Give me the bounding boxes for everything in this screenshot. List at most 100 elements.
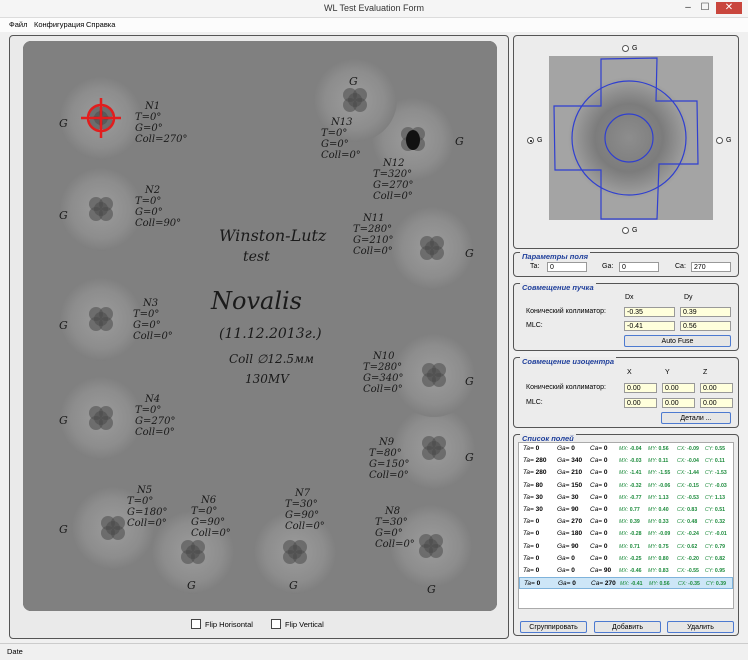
minimize-button[interactable]: –	[681, 2, 695, 14]
row-cx: CX: 0.62	[677, 544, 697, 550]
row-ga: Ga= 270	[557, 518, 582, 525]
iso-mlc-x[interactable]: 0.00	[624, 398, 657, 408]
row-cy-value: 0.82	[714, 555, 726, 562]
note-line: Coll=0°	[363, 384, 403, 395]
field-list[interactable]: Ta= 0 Ga= 0 Ca= 0 MX: -0.04 MY: 0.56 CX: -0.0…	[518, 442, 734, 609]
row-ca-label: Ca=	[591, 580, 604, 588]
iso-mlc-z[interactable]: 0.00	[700, 398, 733, 408]
radio-right-dot[interactable]	[716, 137, 723, 144]
row-my-value: 0.80	[658, 555, 669, 562]
auto-fuse-button[interactable]: Auto Fuse	[624, 335, 731, 347]
beam-dy-header: Dy	[684, 294, 693, 301]
radio-bottom[interactable]: G	[622, 227, 637, 234]
note-line: T=280°	[353, 224, 392, 235]
menu-configuration[interactable]: Конфигурация	[34, 20, 84, 29]
ta-input[interactable]: 0	[547, 262, 587, 272]
field-list-row[interactable]: Ta= 30 Ga= 90 Ca= 0 MX: 0.77 MY: 0.40 CX: 0.8…	[519, 504, 733, 516]
note-line: G=210°	[353, 235, 393, 246]
group-button[interactable]: Сгруппировать	[520, 621, 587, 633]
film-image[interactable]: N1 T=0° G=0° Coll=270° N2 T=0° G=0° Coll=90° N3 T…	[23, 41, 497, 611]
row-mx-value: -0.46	[629, 567, 642, 574]
field-list-row[interactable]: Ta= 80 Ga= 150 Ca= 0 MX: -0.32 MY: -0.06 CX: …	[519, 480, 733, 492]
flip-horizontal-option[interactable]: Flip Horisontal	[191, 619, 253, 629]
row-my-value: 0.11	[658, 458, 669, 465]
row-my-label: MY:	[648, 494, 658, 501]
field-list-row[interactable]: Ta= 0 Ga= 90 Ca= 0 MX: 0.71 MY: 0.75 CX: 0.62…	[519, 541, 733, 553]
menu-file[interactable]: Файл	[9, 20, 27, 29]
row-cy-label: CY:	[705, 519, 714, 526]
row-mx-label: MX:	[619, 494, 629, 501]
radio-top[interactable]: G	[622, 45, 637, 52]
radio-right[interactable]: G	[716, 137, 731, 144]
iso-cone-y[interactable]: 0.00	[662, 383, 695, 393]
field-list-row[interactable]: Ta= 0 Ga= 180 Ca= 0 MX: -0.28 MY: -0.09 CX: -…	[519, 528, 733, 540]
flip-vertical-option[interactable]: Flip Vertical	[271, 619, 324, 629]
menu-help[interactable]: Справка	[86, 20, 115, 29]
beam-cone-dy[interactable]: 0.39	[680, 307, 731, 317]
iso-mlc-label: MLC:	[526, 399, 543, 406]
row-cy: CY: -1.53	[705, 470, 727, 476]
row-cx-value: -0.24	[687, 531, 699, 538]
iso-mlc-y[interactable]: 0.00	[662, 398, 695, 408]
maximize-button[interactable]: ☐	[698, 2, 712, 14]
field-list-row[interactable]: Ta= 0 Ga= 270 Ca= 0 MX: 0.39 MY: 0.33 CX: 0.4…	[519, 516, 733, 528]
beam-cone-dx[interactable]: -0.35	[624, 307, 675, 317]
field-list-row[interactable]: Ta= 0 Ga= 0 Ca= 0 MX: -0.25 MY: 0.80 CX: -0.2…	[519, 553, 733, 565]
row-ca: Ca= 0	[590, 530, 608, 537]
row-my: MY: -0.06	[648, 483, 670, 489]
row-ta-value: 0	[535, 542, 540, 550]
row-mx-value: -0.41	[630, 581, 643, 588]
center-title-line: (11.12.2013г.)	[219, 326, 322, 342]
iso-x-header: X	[627, 369, 632, 376]
details-button[interactable]: Детали ...	[661, 412, 731, 424]
field-list-row[interactable]: Ta= 30 Ga= 30 Ca= 0 MX: -0.77 MY: 1.13 CX: -0…	[519, 492, 733, 504]
field-spot	[181, 540, 205, 564]
note-line: Coll=0°	[321, 150, 361, 161]
row-cy-label: CY:	[705, 531, 714, 538]
note-line: N10	[372, 351, 395, 362]
flip-horizontal-checkbox[interactable]	[191, 619, 201, 629]
row-my-value: 0.33	[658, 519, 669, 526]
field-spot	[283, 540, 307, 564]
flip-vertical-checkbox[interactable]	[271, 619, 281, 629]
beam-alignment-group: Совмещение пучка Dx Dy Конический коллим…	[513, 283, 739, 351]
row-ga-value: 150	[571, 481, 583, 489]
row-mx-label: MX:	[619, 567, 629, 574]
ga-input[interactable]: 0	[619, 262, 659, 272]
radio-top-dot[interactable]	[622, 45, 629, 52]
field-list-row[interactable]: Ta= 0 Ga= 0 Ca= 270 MX: -0.41 MY: 0.56 CX: -0…	[519, 577, 733, 590]
radio-left-dot[interactable]	[527, 137, 534, 144]
row-ga-label: Ga=	[557, 469, 570, 477]
note-line: G=340°	[363, 373, 403, 384]
row-mx-value: -0.28	[629, 531, 642, 538]
note-line: G=270°	[135, 416, 175, 427]
row-my-label: MY:	[648, 458, 658, 465]
field-list-row[interactable]: Ta= 0 Ga= 0 Ca= 0 MX: -0.04 MY: 0.56 CX: -0.0…	[519, 443, 733, 455]
note-line: G=90°	[285, 510, 319, 521]
row-cx-label: CX:	[677, 519, 686, 526]
field-list-group: Список полей Ta= 0 Ga= 0 Ca= 0 MX: -0.04 MY:…	[513, 434, 739, 636]
row-cy: CY: -0.01	[705, 531, 727, 537]
row-ta-value: 280	[535, 457, 547, 465]
row-cy-value: 0.55	[714, 446, 726, 452]
delete-button[interactable]: Удалить	[667, 621, 734, 633]
beam-mlc-dx[interactable]: -0.41	[624, 321, 675, 331]
field-list-row[interactable]: Ta= 280 Ga= 210 Ca= 0 MX: -1.41 MY: -1.55 CX:…	[519, 467, 733, 479]
add-button[interactable]: Добавить	[594, 621, 661, 633]
beam-mlc-dy[interactable]: 0.56	[680, 321, 731, 331]
ca-input[interactable]: 270	[691, 262, 731, 272]
row-ga-label: Ga=	[557, 566, 570, 574]
row-cx-value: -1.44	[687, 470, 699, 477]
iso-cone-z[interactable]: 0.00	[700, 383, 733, 393]
row-ta: Ta= 0	[524, 580, 540, 587]
radio-bottom-dot[interactable]	[622, 227, 629, 234]
field-list-row[interactable]: Ta= 280 Ga= 340 Ca= 0 MX: -0.03 MY: 0.11 CX: …	[519, 455, 733, 467]
radio-left[interactable]: G	[527, 137, 542, 144]
row-ca-label: Ca=	[590, 445, 603, 452]
close-button[interactable]: ✕	[716, 2, 742, 14]
note-line: N2	[144, 185, 160, 196]
field-list-row[interactable]: Ta= 0 Ga= 0 Ca= 90 MX: -0.46 MY: 0.83 CX: -0.…	[519, 565, 733, 577]
iso-cone-x[interactable]: 0.00	[624, 383, 657, 393]
iso-y-header: Y	[665, 369, 670, 376]
row-ca-value: 0	[603, 445, 608, 452]
